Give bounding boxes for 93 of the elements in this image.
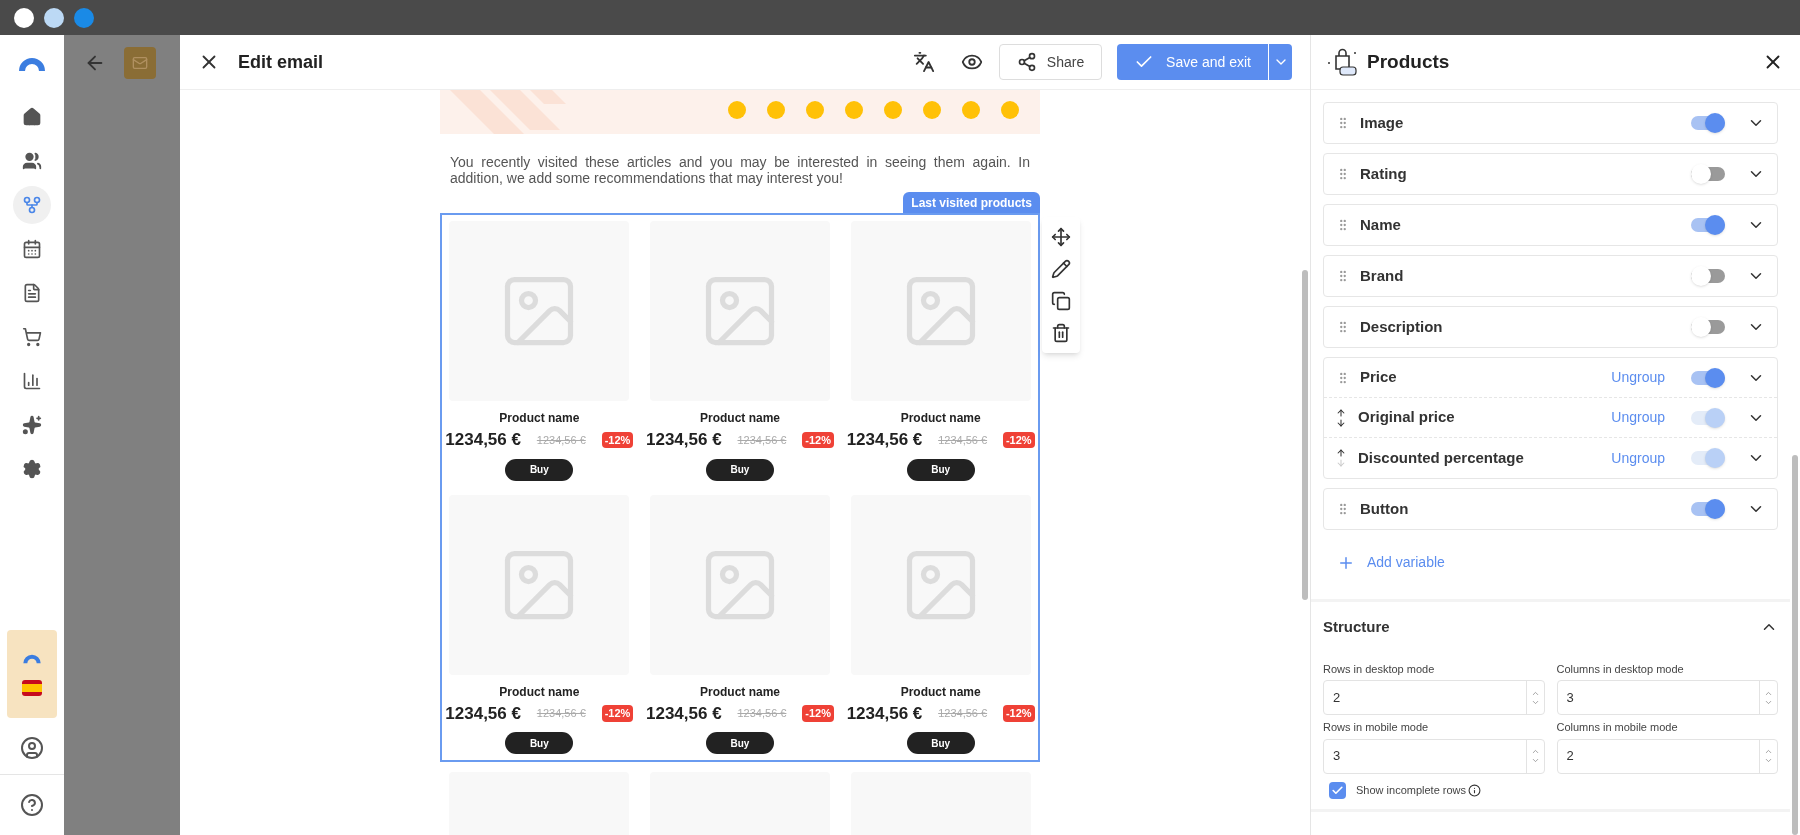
field-label: Columns in mobile mode xyxy=(1556,720,1679,735)
branch-icon xyxy=(22,195,42,215)
translate-icon[interactable] xyxy=(913,51,935,73)
checkbox-label: Show incomplete rows xyxy=(1356,782,1467,798)
product-name: Product name xyxy=(900,410,981,427)
info-icon[interactable] xyxy=(1468,783,1482,797)
home-icon xyxy=(22,107,42,127)
section-title: Structure xyxy=(1323,617,1391,637)
original-price: 1234,56 € xyxy=(536,706,586,721)
toggle-switch[interactable] xyxy=(1691,265,1727,287)
toggle-switch[interactable] xyxy=(1691,214,1727,236)
original-price: 1234,56 € xyxy=(938,432,988,448)
discount-badge: -12% xyxy=(802,431,834,448)
variable-label: Image xyxy=(1360,112,1405,133)
product-name: Product name xyxy=(499,683,580,701)
field-label: Columns in desktop mode xyxy=(1556,661,1685,677)
nav-item[interactable] xyxy=(13,186,51,224)
reorder-icon[interactable] xyxy=(1336,448,1346,468)
edit-icon[interactable] xyxy=(1051,259,1071,279)
product-price: 1234,56 € xyxy=(445,429,521,451)
scrollbar[interactable] xyxy=(1792,455,1798,835)
original-price: 1234,56 € xyxy=(938,706,988,721)
document-icon xyxy=(22,283,42,303)
help-icon[interactable] xyxy=(20,793,44,817)
cart-icon xyxy=(22,327,42,347)
product-price: 1234,56 € xyxy=(445,702,521,725)
toggle-switch[interactable] xyxy=(1691,498,1727,520)
delete-icon[interactable] xyxy=(1051,323,1071,343)
share-icon xyxy=(1016,52,1037,72)
variable-label: Brand xyxy=(1360,265,1405,286)
mail-icon xyxy=(124,47,156,79)
scrollbar[interactable] xyxy=(1302,270,1308,600)
product-name: Product name xyxy=(699,683,780,701)
flag-icon xyxy=(22,680,42,696)
field-label: Rows in mobile mode xyxy=(1323,720,1430,735)
product-block[interactable] xyxy=(440,213,1040,762)
product-price: 1234,56 € xyxy=(646,702,722,725)
account-switcher[interactable] xyxy=(7,630,57,718)
discount-badge: -12% xyxy=(1002,705,1035,722)
variable-label: Rating xyxy=(1360,163,1408,184)
copy-icon[interactable] xyxy=(1051,291,1071,311)
product-price: 1234,56 € xyxy=(846,429,923,451)
share-button[interactable]: Share xyxy=(999,44,1102,80)
number-field[interactable]: 2 xyxy=(1323,680,1545,715)
toggle-switch[interactable] xyxy=(1691,366,1727,389)
original-price: 1234,56 € xyxy=(737,432,787,448)
block-label: Last visited products xyxy=(903,192,1040,213)
toggle-switch[interactable] xyxy=(1691,112,1727,134)
settings-icon xyxy=(22,459,42,479)
check-icon xyxy=(1331,783,1344,797)
save-options-button[interactable] xyxy=(1268,44,1292,80)
calendar-icon xyxy=(22,239,42,259)
move-icon[interactable] xyxy=(1051,227,1071,247)
product-price: 1234,56 € xyxy=(846,702,923,725)
variable-label: Name xyxy=(1360,214,1402,235)
user-icon[interactable] xyxy=(20,736,44,760)
buy-button[interactable]: Buy xyxy=(906,732,975,754)
discount-badge: -12% xyxy=(601,705,634,722)
buy-button[interactable]: Buy xyxy=(505,458,574,481)
original-price: 1234,56 € xyxy=(536,432,586,448)
original-price: 1234,56 € xyxy=(737,706,787,721)
discount-badge: -12% xyxy=(601,431,634,448)
variable-label: Description xyxy=(1360,316,1444,337)
discount-badge: -12% xyxy=(1002,431,1035,448)
number-field[interactable]: 2 xyxy=(1556,738,1778,774)
toggle-switch[interactable] xyxy=(1691,163,1727,185)
contacts-icon xyxy=(22,151,42,171)
variable-label: Discounted percentage xyxy=(1358,447,1525,468)
product-name: Product name xyxy=(499,410,580,427)
variable-label: Button xyxy=(1360,498,1410,519)
intro-text: You recently visited these articles and you may be interested in seeing them again. In addition, we add some recommendations that may interest you! xyxy=(449,154,1031,186)
logo-icon xyxy=(22,652,42,664)
reorder-icon[interactable] xyxy=(1336,407,1346,428)
sparkles-icon xyxy=(22,415,42,435)
field-label: Rows in desktop mode xyxy=(1323,661,1436,677)
toggle-switch[interactable] xyxy=(1691,316,1727,338)
buy-button[interactable]: Buy xyxy=(706,458,774,481)
buy-button[interactable]: Buy xyxy=(505,732,574,754)
number-field[interactable]: 3 xyxy=(1323,738,1545,774)
discount-badge: -12% xyxy=(802,705,834,722)
number-field[interactable]: 3 xyxy=(1556,680,1778,715)
bar-chart-icon xyxy=(22,371,42,391)
panel-title: Products xyxy=(1367,49,1450,74)
variable-label: Original price xyxy=(1358,407,1456,428)
checkbox[interactable] xyxy=(1329,781,1346,799)
variable-label: Price xyxy=(1360,367,1398,388)
modal-title: Edit email xyxy=(238,50,324,74)
bag-new-icon xyxy=(1327,47,1359,77)
product-price: 1234,56 € xyxy=(646,429,722,451)
buy-button[interactable]: Buy xyxy=(706,732,774,754)
product-name: Product name xyxy=(699,410,780,427)
buy-button[interactable]: Buy xyxy=(906,458,975,481)
product-name: Product name xyxy=(900,683,981,701)
